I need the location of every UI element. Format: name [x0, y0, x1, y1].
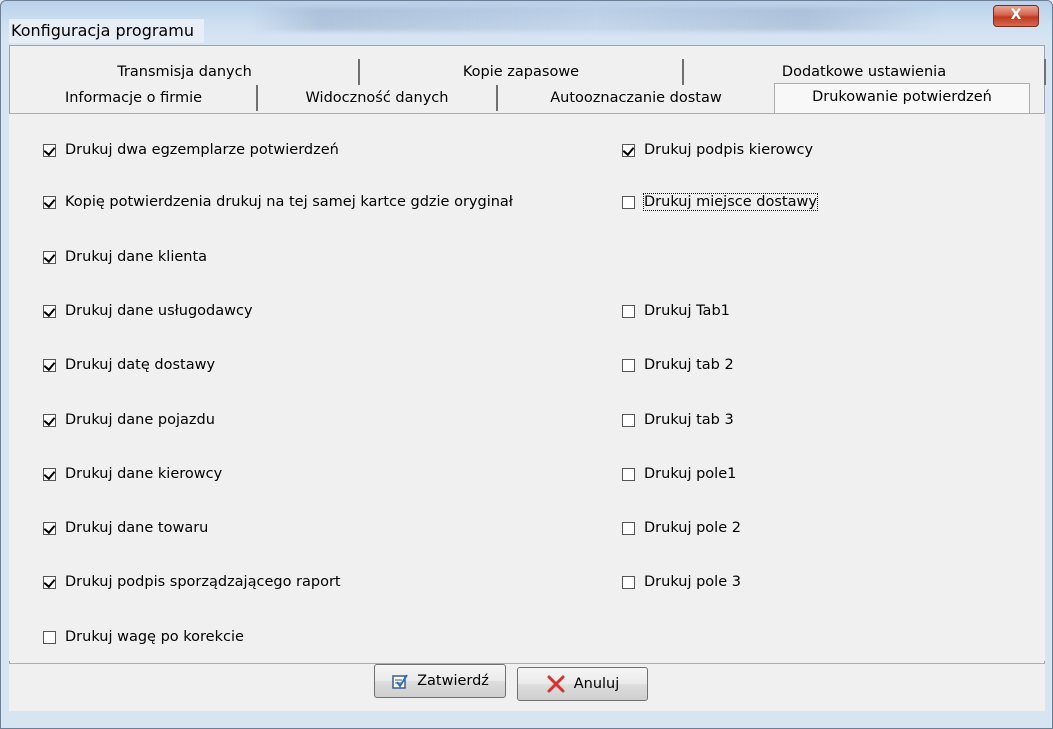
checkbox-box[interactable] [43, 143, 56, 157]
checkbox-tab3[interactable]: Drukuj tab 3 [622, 409, 734, 431]
checkbox-dane-klienta[interactable]: Drukuj dane klienta [43, 246, 207, 268]
checkbox-label: Kopię potwierdzenia drukuj na tej samej … [65, 194, 513, 210]
checkbox-box[interactable] [622, 521, 635, 535]
config-window: Konfiguracja programu X Transmisja danyc… [0, 0, 1053, 729]
checkbox-kopia-na-tej-samej-kartce[interactable]: Kopię potwierdzenia drukuj na tej samej … [43, 191, 513, 213]
checkbox-box[interactable] [43, 467, 56, 481]
tab-informacje-o-firmie[interactable]: Informacje o firmie [11, 85, 258, 111]
close-icon: X [1010, 7, 1022, 23]
tab-label: Kopie zapasowe [462, 64, 580, 80]
checkbox-box[interactable] [43, 630, 56, 644]
checkbox-box[interactable] [43, 358, 56, 372]
checkbox-miejsce-dostawy[interactable]: Drukuj miejsce dostawy [622, 191, 818, 213]
checkbox-label: Drukuj pole1 [644, 466, 737, 482]
checkbox-box[interactable] [43, 575, 56, 589]
tab-label: Transmisja danych [117, 64, 252, 80]
checkbox-box[interactable] [622, 575, 635, 589]
tab-label: Widoczność danych [305, 90, 449, 106]
checkbox-box[interactable] [622, 467, 635, 481]
window-bottom-frame [1, 713, 1052, 728]
cancel-button-label: Anuluj [573, 676, 620, 692]
checkbox-pole2[interactable]: Drukuj pole 2 [622, 517, 741, 539]
checkbox-box[interactable] [622, 358, 635, 372]
checkbox-label: Drukuj dane usługodawcy [65, 303, 253, 319]
checkbox-pole3[interactable]: Drukuj pole 3 [622, 571, 741, 593]
checkbox-label: Drukuj tab 2 [644, 357, 734, 373]
checkbox-label: Drukuj dane kierowcy [65, 466, 223, 482]
checkbox-label: Drukuj podpis kierowcy [644, 142, 814, 158]
checkbox-box[interactable] [43, 413, 56, 427]
confirm-check-icon [392, 674, 408, 689]
tab-dodatkowe-ustawienia[interactable]: Dodatkowe ustawienia [684, 59, 1046, 85]
tab-widocznosc-danych[interactable]: Widoczność danych [258, 85, 498, 111]
checkbox-box[interactable] [622, 304, 635, 318]
checkbox-label: Drukuj pole 2 [644, 520, 741, 536]
checkbox-label: Drukuj dwa egzemplarze potwierdzeń [65, 142, 339, 158]
tab-autooznaczanie-dostaw[interactable]: Autooznaczanie dostaw [498, 85, 774, 111]
checkbox-dane-towaru[interactable]: Drukuj dane towaru [43, 517, 208, 539]
checkbox-box[interactable] [43, 304, 56, 318]
checkbox-dane-kierowcy[interactable]: Drukuj dane kierowcy [43, 463, 222, 485]
tab-drukowanie-potwierdzen[interactable]: Drukowanie potwierdzeń [774, 83, 1030, 113]
tab-label: Autooznaczanie dostaw [550, 90, 722, 106]
checkbox-box[interactable] [43, 521, 56, 535]
checkbox-box[interactable] [622, 195, 635, 209]
checkbox-box[interactable] [43, 195, 56, 209]
checkbox-data-dostawy[interactable]: Drukuj datę dostawy [43, 354, 215, 376]
window-title: Konfiguracja programu [9, 19, 204, 43]
tab-label: Drukowanie potwierdzeń [812, 89, 992, 105]
checkbox-pole1[interactable]: Drukuj pole1 [622, 463, 736, 485]
checkbox-dwa-egzemplarze[interactable]: Drukuj dwa egzemplarze potwierdzeń [43, 139, 339, 161]
checkbox-dane-uslugodawcy[interactable]: Drukuj dane usługodawcy [43, 300, 253, 322]
title-bar[interactable]: Konfiguracja programu X [1, 1, 1052, 43]
checkbox-label: Drukuj dane pojazdu [65, 412, 215, 428]
checkbox-waga-po-korekcie[interactable]: Drukuj wagę po korekcie [43, 626, 244, 648]
tab-label: Dodatkowe ustawienia [781, 64, 947, 80]
checkbox-label: Drukuj dane klienta [65, 249, 208, 265]
checkbox-label: Drukuj Tab1 [644, 303, 730, 319]
checkbox-tab2[interactable]: Drukuj tab 2 [622, 354, 734, 376]
cancel-x-icon [547, 675, 565, 693]
tab-kopie-zapasowe[interactable]: Kopie zapasowe [360, 59, 684, 85]
checkbox-tab1[interactable]: Drukuj Tab1 [622, 300, 730, 322]
checkbox-podpis-sporzadzajacego[interactable]: Drukuj podpis sporządzającego raport [43, 571, 341, 593]
checkbox-label: Drukuj wagę po korekcie [65, 629, 244, 645]
title-bar-background [251, 7, 941, 31]
tab-label: Informacje o firmie [64, 90, 203, 106]
checkbox-label: Drukuj tab 3 [644, 412, 734, 428]
button-bar: Zatwierdź Anuluj [9, 663, 1045, 711]
checkbox-label: Drukuj dane towaru [65, 520, 209, 536]
checkbox-label: Drukuj podpis sporządzającego raport [65, 574, 341, 590]
confirm-button[interactable]: Zatwierdź [374, 664, 506, 698]
close-button[interactable]: X [993, 5, 1039, 27]
checkbox-podpis-kierowcy[interactable]: Drukuj podpis kierowcy [622, 139, 813, 161]
checkbox-box[interactable] [43, 250, 56, 264]
checkbox-box[interactable] [622, 143, 635, 157]
checkbox-label: Drukuj pole 3 [644, 574, 741, 590]
checkbox-box[interactable] [622, 413, 635, 427]
checkbox-dane-pojazdu[interactable]: Drukuj dane pojazdu [43, 409, 215, 431]
confirm-button-label: Zatwierdź [417, 673, 489, 689]
checkbox-label: Drukuj datę dostawy [65, 357, 216, 373]
cancel-button[interactable]: Anuluj [517, 667, 648, 701]
checkbox-label: Drukuj miejsce dostawy [643, 193, 818, 211]
tab-transmisja-danych[interactable]: Transmisja danych [11, 59, 360, 85]
